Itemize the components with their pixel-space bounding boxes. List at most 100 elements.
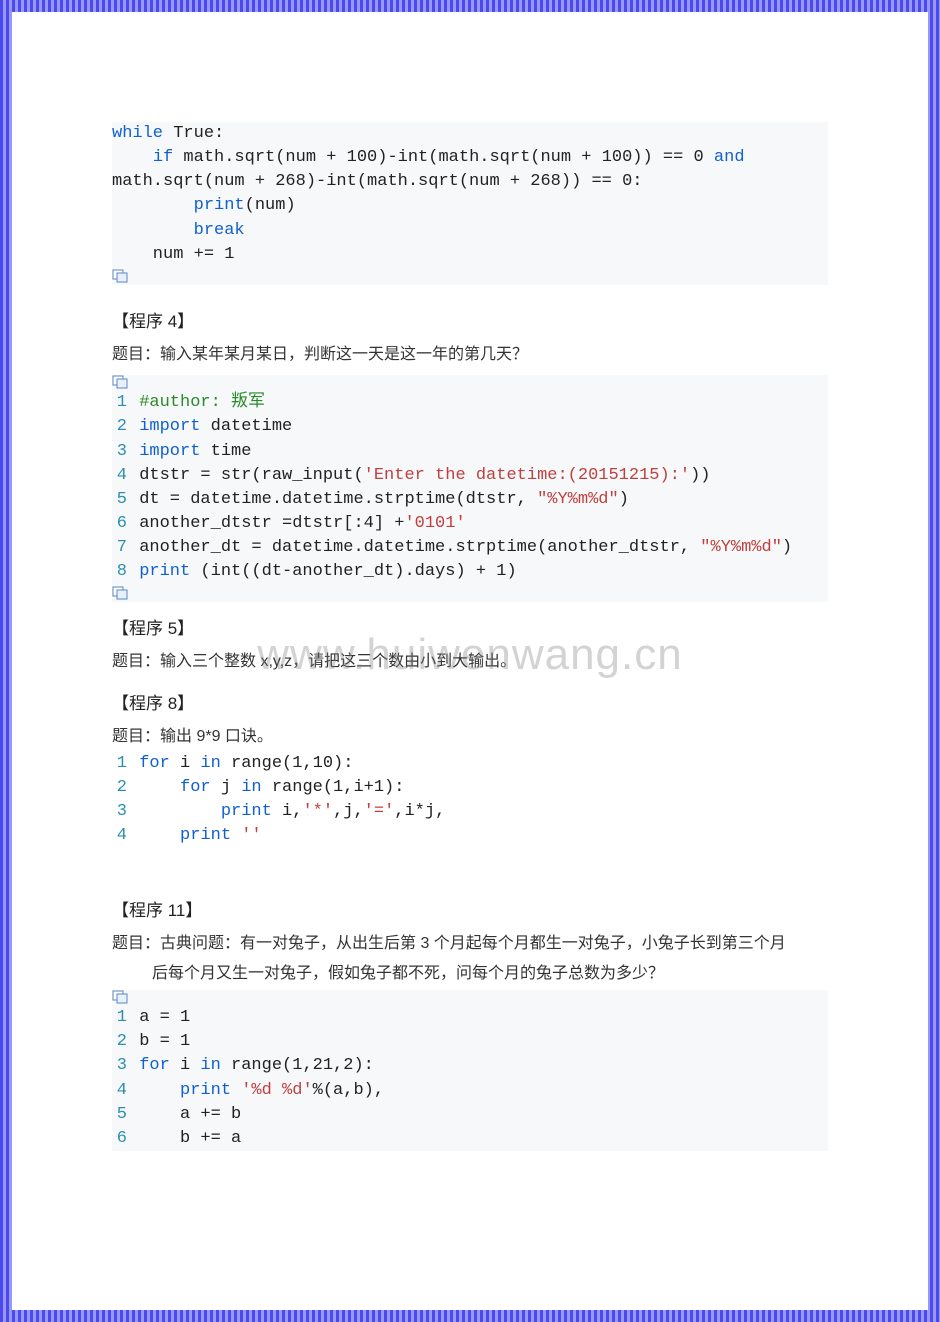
code-line: 2 b = 1 bbox=[112, 1030, 828, 1054]
code-line: 1 a = 1 bbox=[112, 1006, 828, 1030]
line-number: 4 bbox=[112, 464, 127, 488]
keyword: if bbox=[153, 148, 173, 167]
code-text: dt = datetime.datetime.strptime(dtstr, bbox=[139, 490, 537, 509]
code-block-2: 1 #author: 叛军 2 import datetime 3 import… bbox=[112, 375, 828, 602]
string-literal: 'Enter the datetime:(20151215):' bbox=[364, 466, 690, 485]
line-number: 7 bbox=[112, 536, 127, 560]
copy-icon[interactable] bbox=[112, 375, 130, 391]
code-text bbox=[139, 802, 221, 821]
string-literal: "%Y%m%d" bbox=[537, 490, 619, 509]
line-number: 6 bbox=[112, 1127, 127, 1151]
code-text: (int((dt-another_dt).days) + 1) bbox=[190, 562, 516, 581]
string-literal: '' bbox=[241, 826, 261, 845]
code-text: another_dtstr =dtstr[:4] + bbox=[139, 514, 404, 533]
problem-description-11a: 题目：古典问题：有一对兔子，从出生后第 3 个月起每个月都生一对兔子，小兔子长到… bbox=[112, 931, 828, 957]
line-number: 5 bbox=[112, 488, 127, 512]
code-text: math.sqrt(num + 100)-int(math.sqrt(num +… bbox=[173, 148, 714, 167]
code-text: %(a,b), bbox=[313, 1081, 384, 1100]
code-text: time bbox=[200, 442, 251, 461]
code-text: i bbox=[170, 754, 201, 773]
copy-icon[interactable] bbox=[112, 269, 130, 285]
code-line: 8 print (int((dt-another_dt).days) + 1) bbox=[112, 560, 828, 584]
code-line: 3 for i in range(1,21,2): bbox=[112, 1054, 828, 1078]
code-block-1: while True: if math.sqrt(num + 100)-int(… bbox=[112, 122, 828, 285]
code-line: 3 import time bbox=[112, 440, 828, 464]
code-text bbox=[231, 826, 241, 845]
string-literal: "%Y%m%d" bbox=[700, 538, 782, 557]
keyword: import bbox=[139, 417, 200, 436]
code-text: range(1,10): bbox=[221, 754, 354, 773]
problem-description-4: 题目：输入某年某月某日，判断这一天是这一年的第几天？ bbox=[112, 342, 828, 368]
string-literal: '%d %d' bbox=[241, 1081, 312, 1100]
code-text: b = 1 bbox=[139, 1032, 190, 1051]
code-line: math.sqrt(num + 268)-int(math.sqrt(num +… bbox=[112, 170, 828, 194]
code-line: num += 1 bbox=[112, 243, 828, 267]
code-line: 3 print i,'*',j,'=',i*j, bbox=[112, 800, 828, 824]
keyword: for bbox=[139, 1056, 170, 1075]
code-line: 4 print '' bbox=[112, 824, 828, 848]
line-number: 1 bbox=[112, 752, 127, 776]
line-number: 3 bbox=[112, 1054, 127, 1078]
keyword: break bbox=[194, 221, 245, 240]
code-line: 2 import datetime bbox=[112, 415, 828, 439]
code-text bbox=[231, 1081, 241, 1100]
string-literal: '0101' bbox=[404, 514, 465, 533]
keyword: and bbox=[714, 148, 745, 167]
line-number: 6 bbox=[112, 512, 127, 536]
string-literal: '*' bbox=[302, 802, 333, 821]
code-line: 4 dtstr = str(raw_input('Enter the datet… bbox=[112, 464, 828, 488]
code-line: 7 another_dt = datetime.datetime.strptim… bbox=[112, 536, 828, 560]
keyword: for bbox=[180, 778, 211, 797]
keyword: import bbox=[139, 442, 200, 461]
code-text: True: bbox=[163, 124, 224, 143]
code-line: 5 dt = datetime.datetime.strptime(dtstr,… bbox=[112, 488, 828, 512]
code-line: break bbox=[112, 219, 828, 243]
keyword: print bbox=[221, 802, 272, 821]
copy-icon[interactable] bbox=[112, 586, 130, 602]
code-text: b += a bbox=[139, 1129, 241, 1148]
code-text: math.sqrt(num + 268)-int(math.sqrt(num +… bbox=[112, 172, 643, 191]
line-number: 4 bbox=[112, 824, 127, 848]
line-number: 4 bbox=[112, 1079, 127, 1103]
keyword: in bbox=[200, 754, 220, 773]
keyword: print bbox=[180, 1081, 231, 1100]
code-text: j bbox=[211, 778, 242, 797]
code-text bbox=[112, 196, 194, 215]
code-line: 1 for i in range(1,10): bbox=[112, 752, 828, 776]
document-page: www.huiwenwang.cn while True: if math.sq… bbox=[12, 12, 928, 1310]
code-text bbox=[139, 778, 180, 797]
string-literal: '=' bbox=[364, 802, 395, 821]
copy-icon[interactable] bbox=[112, 990, 130, 1006]
keyword: while bbox=[112, 124, 163, 143]
keyword: print bbox=[194, 196, 245, 215]
code-text bbox=[139, 1081, 180, 1100]
keyword: print bbox=[180, 826, 231, 845]
line-number: 3 bbox=[112, 440, 127, 464]
line-number: 2 bbox=[112, 415, 127, 439]
section-heading-11: 【程序 11】 bbox=[112, 896, 828, 921]
line-number: 2 bbox=[112, 1030, 127, 1054]
code-text: ) bbox=[619, 490, 629, 509]
code-text: ,i*j, bbox=[394, 802, 445, 821]
code-line: 1 #author: 叛军 bbox=[112, 391, 828, 415]
code-text bbox=[112, 221, 194, 240]
comment: #author: 叛军 bbox=[139, 393, 265, 412]
code-line: print(num) bbox=[112, 194, 828, 218]
code-text: a += b bbox=[139, 1105, 241, 1124]
code-text: i, bbox=[272, 802, 303, 821]
code-text: i bbox=[170, 1056, 201, 1075]
code-text: (num) bbox=[245, 196, 296, 215]
line-number: 5 bbox=[112, 1103, 127, 1127]
code-text: a = 1 bbox=[139, 1008, 190, 1027]
problem-description-8: 题目：输出 9*9 口诀。 bbox=[112, 724, 828, 750]
code-text: range(1,21,2): bbox=[221, 1056, 374, 1075]
keyword: in bbox=[200, 1056, 220, 1075]
code-text: ,j, bbox=[333, 802, 364, 821]
code-line: 5 a += b bbox=[112, 1103, 828, 1127]
code-block-3: 1 for i in range(1,10): 2 for j in range… bbox=[112, 752, 828, 849]
code-line: if math.sqrt(num + 100)-int(math.sqrt(nu… bbox=[112, 146, 828, 170]
problem-description-5: 题目：输入三个整数 x,y,z，请把这三个数由小到大输出。 bbox=[112, 649, 828, 675]
code-text: )) bbox=[690, 466, 710, 485]
line-number: 3 bbox=[112, 800, 127, 824]
code-text: ) bbox=[782, 538, 792, 557]
